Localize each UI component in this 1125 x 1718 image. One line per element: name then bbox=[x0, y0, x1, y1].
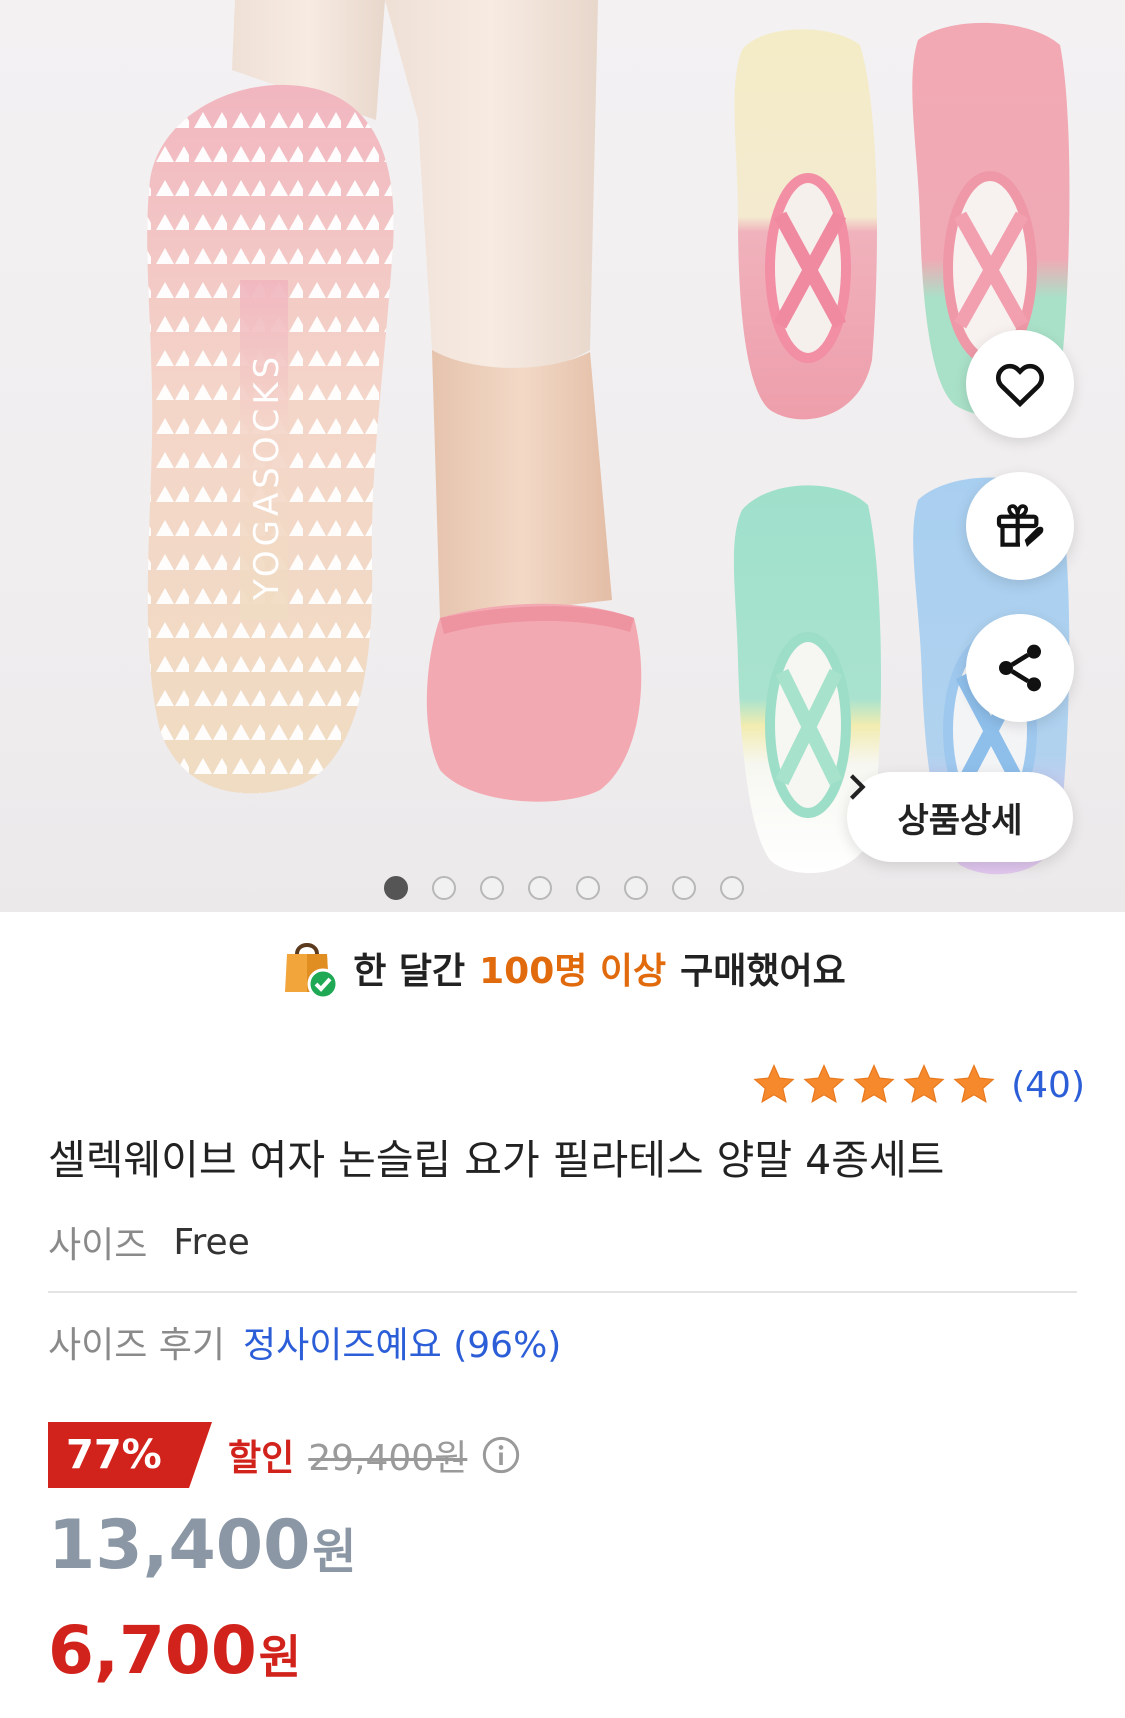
star-icon bbox=[753, 1064, 795, 1104]
heart-icon bbox=[995, 363, 1045, 408]
purchase-count-banner: 한 달간 100명 이상 구매했어요 bbox=[0, 928, 1125, 1008]
discount-label: 할인 bbox=[228, 1438, 295, 1479]
share-button[interactable] bbox=[966, 614, 1074, 722]
rating-summary[interactable]: (40) bbox=[751, 1060, 1085, 1110]
product-page: YOGASOCKS 상품상세 한 달간 100명 이상 구매했어요 (40) 셀… bbox=[0, 0, 1125, 1718]
product-detail-button[interactable]: 상품상세 bbox=[847, 772, 1073, 862]
carousel-dot[interactable] bbox=[384, 876, 408, 900]
size-row: 사이즈 Free bbox=[48, 1212, 250, 1272]
chevron-right-icon bbox=[849, 774, 866, 800]
carousel-dot[interactable] bbox=[624, 876, 648, 900]
gift-icon bbox=[996, 504, 1044, 547]
sale-price: 13,400 원 bbox=[48, 1506, 357, 1596]
price-info-button[interactable] bbox=[481, 1435, 521, 1475]
size-label: 사이즈 bbox=[48, 1225, 148, 1266]
size-review-row[interactable]: 사이즈 후기 정사이즈예요 (96%) bbox=[48, 1312, 561, 1372]
carousel-dot[interactable] bbox=[480, 876, 504, 900]
carousel-dot[interactable] bbox=[672, 876, 696, 900]
original-price: 29,400원 bbox=[308, 1438, 468, 1479]
product-detail-label: 상품상세 bbox=[897, 800, 1023, 841]
review-count[interactable]: (40) bbox=[1011, 1065, 1085, 1106]
sale-price-unit: 원 bbox=[312, 1524, 357, 1580]
sock-print-text: YOGASOCKS bbox=[247, 353, 287, 601]
share-icon bbox=[999, 644, 1041, 692]
product-image-carousel[interactable]: YOGASOCKS 상품상세 bbox=[0, 0, 1125, 912]
carousel-dot[interactable] bbox=[528, 876, 552, 900]
size-value: Free bbox=[173, 1221, 250, 1263]
star-icon bbox=[803, 1064, 845, 1104]
banner-suffix: 구매했어요 bbox=[680, 951, 846, 992]
star-rating bbox=[751, 1062, 997, 1108]
gift-button[interactable] bbox=[966, 472, 1074, 580]
size-review-label: 사이즈 후기 bbox=[48, 1325, 226, 1366]
carousel-dot[interactable] bbox=[576, 876, 600, 900]
discount-row: 77% 할인 29,400원 bbox=[48, 1422, 521, 1488]
banner-highlight: 100명 이상 bbox=[479, 951, 667, 992]
star-icon bbox=[903, 1064, 945, 1104]
star-icon bbox=[953, 1064, 995, 1104]
carousel-dot[interactable] bbox=[720, 876, 744, 900]
star-icon bbox=[853, 1064, 895, 1104]
divider bbox=[48, 1291, 1077, 1293]
shopping-bag-check-icon bbox=[285, 943, 339, 1000]
carousel-dot[interactable] bbox=[432, 876, 456, 900]
final-price-unit: 원 bbox=[258, 1630, 302, 1684]
final-price-amount: 6,700 bbox=[48, 1612, 257, 1689]
discount-badge: 77% bbox=[48, 1422, 212, 1488]
banner-prefix: 한 달간 bbox=[353, 951, 466, 992]
product-title: 셀렉웨이브 여자 논슬립 요가 필라테스 양말 4종세트 bbox=[48, 1136, 945, 1184]
wishlist-button[interactable] bbox=[966, 330, 1074, 438]
final-price: 6,700 원 bbox=[48, 1612, 301, 1702]
info-icon bbox=[483, 1436, 520, 1474]
sale-price-amount: 13,400 bbox=[48, 1506, 311, 1585]
carousel-indicator bbox=[0, 876, 1125, 900]
size-review-value[interactable]: 정사이즈예요 (96%) bbox=[243, 1316, 561, 1368]
